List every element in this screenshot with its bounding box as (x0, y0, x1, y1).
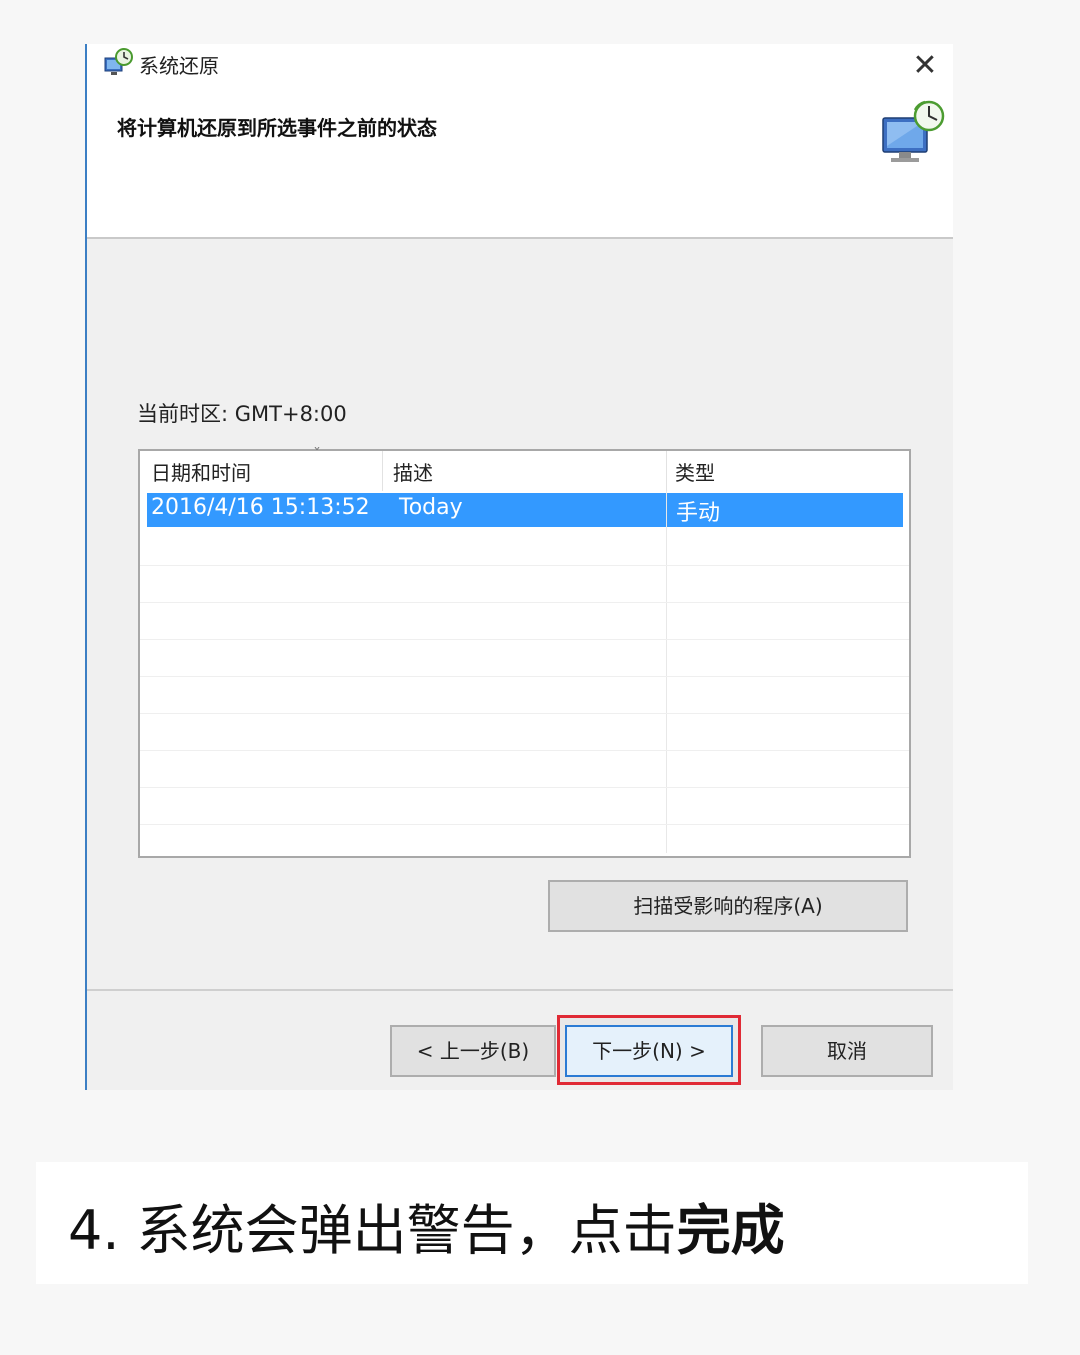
next-button[interactable]: 下一步(N) > (565, 1025, 733, 1077)
row-gridline (140, 676, 909, 677)
caption-prefix: 4. 系统会弹出警告，点击 (68, 1199, 677, 1262)
column-divider[interactable] (382, 451, 383, 491)
instruction-caption: 4. 系统会弹出警告，点击完成 (36, 1162, 1028, 1284)
caption-emphasis: 完成 (676, 1199, 785, 1262)
dialog-header: 系统还原 ✕ 将计算机还原到所选事件之前的状态 (87, 44, 953, 239)
cell-description: Today (399, 495, 463, 520)
row-gridline (140, 750, 909, 751)
close-button[interactable]: ✕ (907, 48, 943, 84)
column-header-description[interactable]: 描述 (393, 457, 433, 486)
cancel-button[interactable]: 取消 (761, 1025, 933, 1077)
close-icon: ✕ (912, 48, 938, 83)
back-button[interactable]: < 上一步(B) (390, 1025, 556, 1077)
row-gridline (140, 639, 909, 640)
cell-date-time: 2016/4/16 15:13:52 (151, 495, 370, 520)
system-restore-icon (102, 47, 134, 79)
row-gridline (140, 602, 909, 603)
caption-text: 4. 系统会弹出警告，点击完成 (68, 1186, 785, 1265)
column-gridline (666, 491, 667, 853)
timezone-label: 当前时区: GMT+8:00 (137, 402, 347, 426)
table-row[interactable]: 2016/4/16 15:13:52 Today 手动 (147, 493, 903, 527)
row-gridline (140, 713, 909, 714)
column-header-date-time[interactable]: 日期和时间 (151, 457, 251, 486)
column-header-type[interactable]: 类型 (675, 457, 715, 486)
scan-affected-programs-button[interactable]: 扫描受影响的程序(A) (548, 880, 908, 932)
row-gridline (140, 565, 909, 566)
system-restore-dialog: 系统还原 ✕ 将计算机还原到所选事件之前的状态 当前时区: GMT+8:00 日… (85, 44, 953, 1090)
row-gridline (140, 824, 909, 825)
restore-point-list[interactable]: 日期和时间 ˇ 描述 类型 2016/4/16 15:13:52 Today 手… (138, 445, 911, 858)
list-header: 日期和时间 ˇ 描述 类型 (140, 445, 909, 491)
row-gridline (140, 787, 909, 788)
footer-divider (87, 989, 953, 991)
sort-indicator-icon: ˇ (313, 445, 321, 464)
page-subtitle: 将计算机还原到所选事件之前的状态 (117, 116, 437, 140)
computer-restore-icon (877, 96, 949, 168)
column-divider[interactable] (666, 451, 667, 491)
cell-type: 手动 (676, 501, 721, 526)
window-title: 系统还原 (139, 54, 219, 78)
